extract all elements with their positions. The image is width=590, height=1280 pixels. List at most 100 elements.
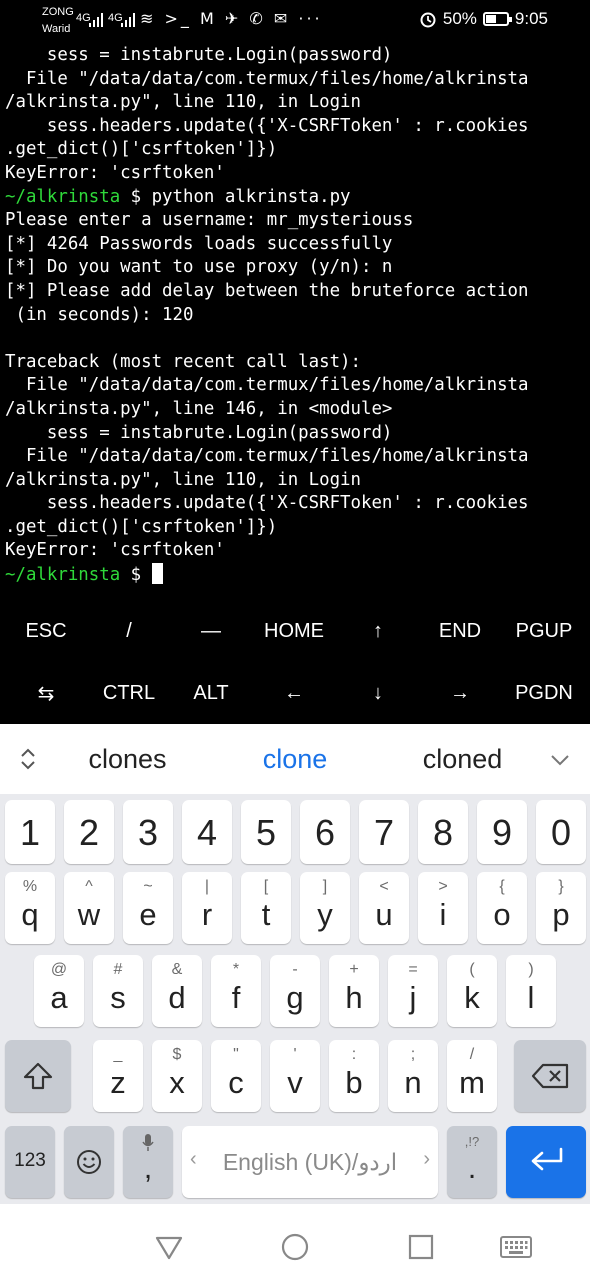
down-arrow-key[interactable]: ↓ xyxy=(336,662,420,724)
key-v[interactable]: ' v xyxy=(270,1040,320,1112)
terminal-line: KeyError: 'csrftoken' xyxy=(5,540,225,561)
key-4[interactable]: 4 xyxy=(182,800,232,864)
key-l[interactable]: ) l xyxy=(506,955,556,1027)
prompt-path: ~/alkrinsta xyxy=(5,565,121,586)
left-arrow-key[interactable]: ← xyxy=(252,662,336,724)
battery-icon xyxy=(482,12,512,26)
key-j[interactable]: = j xyxy=(388,955,438,1027)
signal-bars-icon xyxy=(121,13,135,27)
backspace-icon xyxy=(531,1063,569,1089)
key-3[interactable]: 3 xyxy=(123,800,173,864)
end-key[interactable]: END xyxy=(418,600,502,662)
extra-keys-row-1: ESC / — HOME ↑ END PGUP xyxy=(0,600,590,662)
alarm-icon xyxy=(420,12,436,28)
back-icon[interactable] xyxy=(154,1232,184,1262)
enter-key[interactable] xyxy=(506,1126,586,1198)
key-y[interactable]: ] y xyxy=(300,872,350,944)
ctrl-key[interactable]: CTRL xyxy=(87,662,171,724)
notification-icons: ≋ >_ M ✈ ✆ ✉ ··· xyxy=(140,9,323,28)
key-a[interactable]: @ a xyxy=(34,955,84,1027)
home-key[interactable]: HOME xyxy=(252,600,336,662)
suggestion-3[interactable]: cloned xyxy=(395,724,530,794)
terminal-line: Please enter a username: mr_mysteriouss xyxy=(5,210,414,231)
alt-key[interactable]: ALT xyxy=(169,662,253,724)
status-bar: ZONG Warid 4G 4G ≋ >_ M ✈ ✆ ✉ ··· 50% 9:… xyxy=(0,0,590,40)
key-7[interactable]: 7 xyxy=(359,800,409,864)
command-text: $ xyxy=(120,565,152,586)
keyboard-icon[interactable] xyxy=(500,1232,532,1262)
suggestion-2[interactable]: clone xyxy=(225,724,365,794)
status-right: 50% 9:05 xyxy=(419,9,548,29)
key-z[interactable]: _ z xyxy=(93,1040,143,1112)
key-o[interactable]: {o xyxy=(477,872,527,944)
key-f[interactable]: * f xyxy=(211,955,261,1027)
terminal-line: File "/data/data/com.termux/files/home/a… xyxy=(5,68,529,89)
key-t[interactable]: [t xyxy=(241,872,291,944)
key-w[interactable]: ^ w xyxy=(64,872,114,944)
key-5[interactable]: 5 xyxy=(241,800,291,864)
terminal-line: KeyError: 'csrftoken' xyxy=(5,162,225,183)
backspace-key[interactable] xyxy=(514,1040,586,1112)
chevron-left-icon: ‹ xyxy=(190,1148,197,1170)
terminal-line: File "/data/data/com.termux/files/home/a… xyxy=(5,446,529,467)
key-c[interactable]: " c xyxy=(211,1040,261,1112)
key-0[interactable]: 0 xyxy=(536,800,586,864)
esc-key[interactable]: ESC xyxy=(4,600,88,662)
signal-bars-icon xyxy=(89,13,103,27)
up-arrow-key[interactable]: ↑ xyxy=(336,600,420,662)
key-s[interactable]: # s xyxy=(93,955,143,1027)
right-arrow-key[interactable]: → xyxy=(418,662,502,724)
key-6[interactable]: 6 xyxy=(300,800,350,864)
recents-icon[interactable] xyxy=(406,1232,436,1262)
terminal-line: (in seconds): 120 xyxy=(5,304,194,325)
extra-keys-row-2: ⇆ CTRL ALT ← ↓ → PGDN xyxy=(0,662,590,724)
key-k[interactable]: (k xyxy=(447,955,497,1027)
terminal-line: sess.headers.update({'X-CSRFToken' : r.c… xyxy=(5,493,529,514)
key-d[interactable]: & d xyxy=(152,955,202,1027)
terminal-prompt-line: ~/alkrinsta $ python alkrinsta.py xyxy=(0,186,590,210)
pgdn-key[interactable]: PGDN xyxy=(502,662,586,724)
key-h[interactable]: + h xyxy=(329,955,379,1027)
chevron-down-icon[interactable] xyxy=(548,748,572,772)
terminal-line: File "/data/data/com.termux/files/home/a… xyxy=(5,375,529,396)
key-b[interactable]: :b xyxy=(329,1040,379,1112)
shift-key[interactable] xyxy=(5,1040,71,1112)
command-text: $ python alkrinsta.py xyxy=(120,186,351,207)
key-r[interactable]: | r xyxy=(182,872,232,944)
key-x[interactable]: $ x xyxy=(152,1040,202,1112)
key-2[interactable]: 2 xyxy=(64,800,114,864)
key-1[interactable]: 1 xyxy=(5,800,55,864)
tab-key[interactable]: ⇆ xyxy=(4,662,88,724)
microphone-icon xyxy=(142,1134,154,1151)
symbols-key[interactable]: 123 xyxy=(5,1126,55,1198)
pgup-key[interactable]: PGUP xyxy=(502,600,586,662)
key-i[interactable]: > i xyxy=(418,872,468,944)
key-n[interactable]: ; n xyxy=(388,1040,438,1112)
slash-key[interactable]: / xyxy=(87,600,171,662)
key-g[interactable]: -g xyxy=(270,955,320,1027)
suggestion-bar: clones clone cloned xyxy=(0,724,590,794)
key-m[interactable]: / m xyxy=(447,1040,497,1112)
emoji-key[interactable] xyxy=(64,1126,114,1198)
terminal-line: sess = instabrute.Login(password) xyxy=(5,422,393,443)
period-key[interactable]: ,!? . xyxy=(447,1126,497,1198)
home-icon[interactable] xyxy=(280,1232,310,1262)
extra-keys-bar: ESC / — HOME ↑ END PGUP ⇆ CTRL ALT ← ↓ →… xyxy=(0,600,590,724)
terminal-line: /alkrinsta.py", line 146, in <module> xyxy=(5,398,393,419)
suggestion-1[interactable]: clones xyxy=(60,724,195,794)
shift-icon xyxy=(23,1062,53,1090)
key-u[interactable]: < u xyxy=(359,872,409,944)
key-e[interactable]: ~ e xyxy=(123,872,173,944)
comma-key[interactable]: , xyxy=(123,1126,173,1198)
carrier-1: ZONG xyxy=(42,6,74,18)
key-q[interactable]: % q xyxy=(5,872,55,944)
terminal-line: [*] Do you want to use proxy (y/n): n xyxy=(5,257,393,278)
navigation-bar xyxy=(0,1204,590,1280)
space-bar[interactable]: ‹ English (UK)/اردو › xyxy=(182,1126,438,1198)
key-9[interactable]: 9 xyxy=(477,800,527,864)
key-8[interactable]: 8 xyxy=(418,800,468,864)
cursor-control-icon[interactable] xyxy=(16,747,40,771)
key-p[interactable]: } p xyxy=(536,872,586,944)
terminal-output[interactable]: sess = instabrute.Login(password) File "… xyxy=(0,44,590,592)
dash-key[interactable]: — xyxy=(169,600,253,662)
